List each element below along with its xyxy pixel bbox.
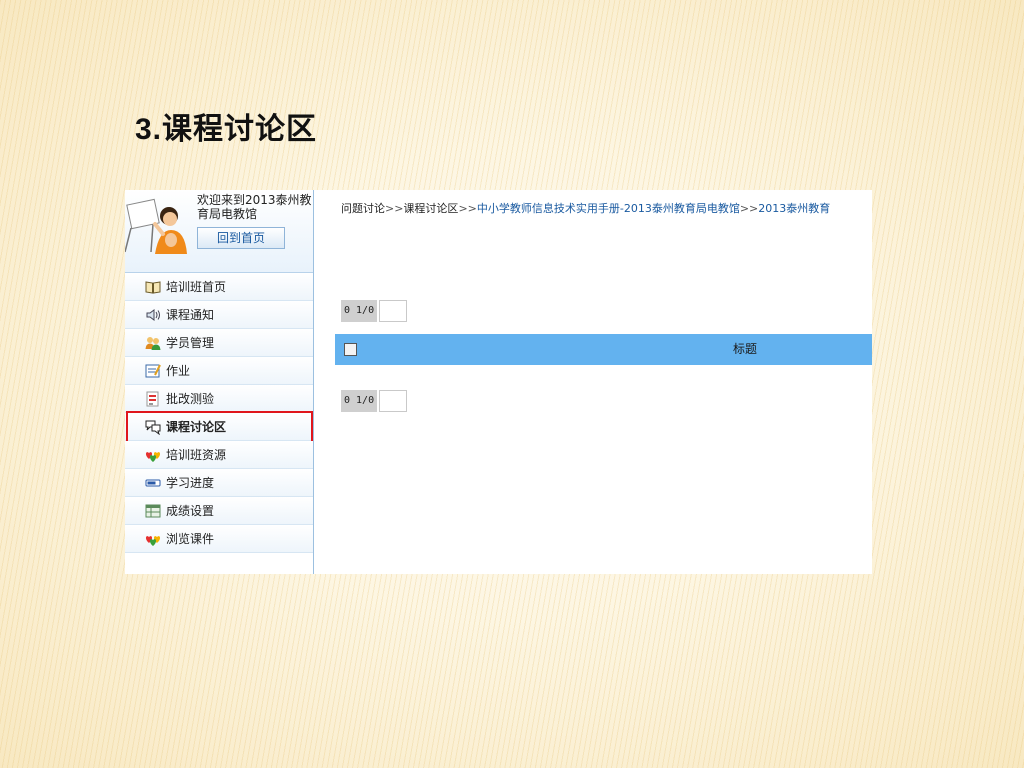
breadcrumb: 问题讨论>>课程讨论区>>中小学教师信息技术实用手册-2013泰州教育局电教馆>… bbox=[341, 200, 830, 216]
teacher-avatar-icon bbox=[125, 198, 187, 254]
sidebar-item-course-notice[interactable]: 课程通知 bbox=[125, 301, 313, 329]
breadcrumb-class-link[interactable]: 2013泰州教育 bbox=[758, 202, 830, 215]
welcome-text: 欢迎来到2013泰州教育局电教馆 bbox=[197, 193, 312, 221]
sidebar-item-grade-quiz[interactable]: 批改测验 bbox=[125, 385, 313, 413]
grading-icon bbox=[146, 391, 159, 406]
table-header: 标题 bbox=[335, 334, 872, 365]
book-icon bbox=[145, 280, 161, 294]
users-icon bbox=[145, 336, 161, 350]
page-indicator: 0 1/0 bbox=[341, 390, 378, 412]
breadcrumb-course-discussion[interactable]: 课程讨论区 bbox=[403, 202, 458, 215]
slide-title-text: 课程讨论区 bbox=[162, 112, 318, 147]
sidebar-item-homework[interactable]: 作业 bbox=[125, 357, 313, 385]
breadcrumb-separator: >> bbox=[458, 202, 477, 215]
sidebar-item-label: 培训班首页 bbox=[166, 280, 227, 294]
sidebar-item-label: 浏览课件 bbox=[166, 532, 215, 546]
pager-top: 0 1/0 bbox=[341, 300, 408, 322]
page-number-input[interactable] bbox=[379, 300, 408, 322]
homework-icon bbox=[145, 364, 161, 377]
breadcrumb-separator: >> bbox=[739, 202, 759, 215]
breadcrumb-separator: >> bbox=[385, 202, 404, 215]
sidebar-header: 欢迎来到2013泰州教育局电教馆 回到首页 bbox=[125, 190, 313, 273]
hearts-icon bbox=[145, 451, 161, 462]
sidebar-item-label: 学习进度 bbox=[166, 476, 215, 490]
sidebar-item-label: 课程通知 bbox=[166, 308, 215, 322]
sidebar-item-class-home[interactable]: 培训班首页 bbox=[125, 273, 313, 301]
sidebar-item-learning-progress[interactable]: 学习进度 bbox=[125, 469, 313, 497]
sidebar-item-label: 成绩设置 bbox=[166, 504, 215, 518]
sidebar-item-label: 批改测验 bbox=[166, 392, 215, 406]
column-header-title[interactable]: 标题 bbox=[733, 334, 757, 365]
main-content: 问题讨论>>课程讨论区>>中小学教师信息技术实用手册-2013泰州教育局电教馆>… bbox=[315, 190, 872, 574]
slide-title: 3.课程讨论区 bbox=[135, 104, 317, 148]
sidebar-item-class-resources[interactable]: 培训班资源 bbox=[125, 441, 313, 469]
sidebar-item-label: 培训班资源 bbox=[166, 448, 227, 462]
sidebar-item-course-discussion[interactable]: 课程讨论区 bbox=[125, 411, 313, 445]
hearts-icon bbox=[145, 535, 161, 546]
sidebar-item-label: 课程讨论区 bbox=[166, 420, 227, 434]
page-indicator: 0 1/0 bbox=[341, 300, 378, 322]
sidebar-item-browse-courseware[interactable]: 浏览课件 bbox=[125, 525, 313, 553]
sidebar-item-label: 作业 bbox=[166, 364, 191, 378]
select-all-checkbox[interactable] bbox=[344, 343, 357, 356]
sidebar: 欢迎来到2013泰州教育局电教馆 回到首页 培训班首页 课程通知 学员管理 作业… bbox=[125, 190, 314, 574]
breadcrumb-problem-discussion[interactable]: 问题讨论 bbox=[341, 202, 385, 215]
sidebar-menu: 培训班首页 课程通知 学员管理 作业 批改测验 课程讨论区 培训班资源 学习进度… bbox=[125, 273, 313, 553]
grade-table-icon bbox=[145, 504, 161, 517]
chat-bubbles-icon bbox=[145, 420, 161, 435]
home-button[interactable]: 回到首页 bbox=[197, 227, 285, 249]
speaker-icon bbox=[146, 308, 160, 321]
page-number-input[interactable] bbox=[379, 390, 408, 412]
slide-number: 3. bbox=[135, 113, 163, 146]
progress-icon bbox=[145, 479, 161, 486]
sidebar-item-label: 学员管理 bbox=[166, 336, 215, 350]
breadcrumb-course-link[interactable]: 中小学教师信息技术实用手册-2013泰州教育局电教馆 bbox=[477, 202, 740, 215]
pager-bottom: 0 1/0 bbox=[341, 390, 408, 412]
sidebar-item-student-management[interactable]: 学员管理 bbox=[125, 329, 313, 357]
lms-screenshot: 欢迎来到2013泰州教育局电教馆 回到首页 培训班首页 课程通知 学员管理 作业… bbox=[125, 190, 872, 574]
sidebar-item-grade-settings[interactable]: 成绩设置 bbox=[125, 497, 313, 525]
